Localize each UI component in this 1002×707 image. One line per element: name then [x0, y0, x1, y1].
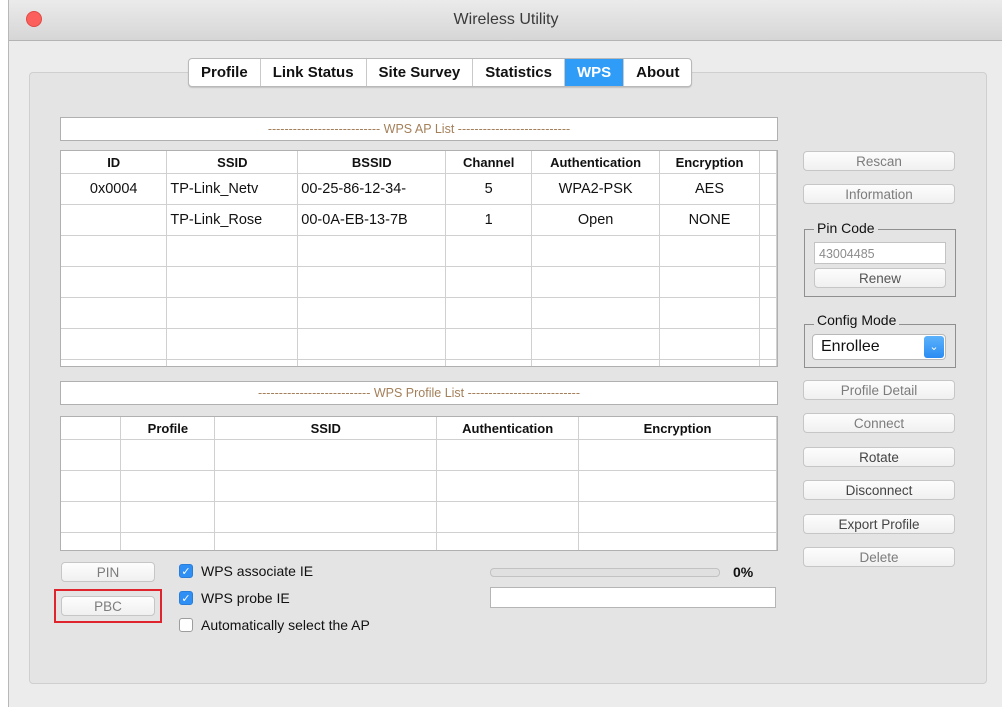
- wps-status-field: [490, 587, 776, 608]
- empty-row: [61, 532, 777, 550]
- column-header-ssid[interactable]: SSID: [166, 151, 299, 174]
- cell-channel: 5: [445, 173, 533, 205]
- wps-probe-ie-checkbox[interactable]: ✓: [179, 591, 193, 605]
- cell-authentication: WPA2-PSK: [531, 173, 661, 205]
- information-button[interactable]: Information: [803, 184, 955, 204]
- column-header-id[interactable]: ID: [61, 151, 168, 174]
- column-header-authentication[interactable]: Authentication: [436, 417, 580, 440]
- column-header-encryption[interactable]: Encryption: [659, 151, 760, 174]
- chevron-down-icon: ⌄: [924, 336, 944, 358]
- column-header-channel[interactable]: Channel: [445, 151, 533, 174]
- pin-button[interactable]: PIN: [61, 562, 155, 582]
- wps-profile-list-table[interactable]: Profile SSID Authentication Encryption: [60, 416, 778, 551]
- empty-row: [61, 297, 777, 329]
- empty-row: [61, 470, 777, 502]
- cell-ssid: TP-Link_Netv: [166, 173, 299, 205]
- tab-statistics[interactable]: Statistics: [473, 59, 565, 86]
- delete-button[interactable]: Delete: [803, 547, 955, 567]
- column-header-encryption[interactable]: Encryption: [578, 417, 777, 440]
- empty-row: [61, 501, 777, 533]
- column-header-blank: [61, 417, 122, 440]
- pbc-highlight-box: [54, 589, 162, 623]
- tab-bar: Profile Link Status Site Survey Statisti…: [188, 58, 693, 87]
- wps-progress-bar: [490, 568, 720, 577]
- tab-wps[interactable]: WPS: [564, 59, 625, 86]
- empty-row: [61, 328, 777, 360]
- cell-bssid: 00-0A-EB-13-7B: [297, 204, 447, 236]
- wps-associate-ie-checkbox[interactable]: ✓: [179, 564, 193, 578]
- auto-select-ap-label: Automatically select the AP: [201, 617, 370, 633]
- empty-row: [61, 235, 777, 267]
- window-title: Wireless Utility: [453, 11, 559, 28]
- cell-id: 0x0004: [61, 173, 168, 205]
- table-header-row: Profile SSID Authentication Encryption: [61, 417, 777, 440]
- wps-ap-list-table[interactable]: ID SSID BSSID Channel Authentication Enc…: [60, 150, 778, 367]
- pin-code-field[interactable]: 43004485: [814, 242, 946, 264]
- auto-select-ap-option[interactable]: Automatically select the AP: [179, 617, 370, 633]
- cell-authentication: Open: [531, 204, 661, 236]
- column-header-ssid[interactable]: SSID: [214, 417, 438, 440]
- cell-encryption: NONE: [659, 204, 760, 236]
- config-mode-label: Config Mode: [814, 312, 900, 328]
- wps-probe-ie-label: WPS probe IE: [201, 590, 290, 606]
- cell-bssid: 00-25-86-12-34-: [297, 173, 447, 205]
- auto-select-ap-checkbox[interactable]: [179, 618, 193, 632]
- tab-site-survey[interactable]: Site Survey: [367, 59, 474, 86]
- column-header-bssid[interactable]: BSSID: [297, 151, 447, 174]
- export-profile-button[interactable]: Export Profile: [803, 514, 955, 534]
- disconnect-button[interactable]: Disconnect: [803, 480, 955, 500]
- column-header-authentication[interactable]: Authentication: [531, 151, 661, 174]
- cell-encryption: AES: [659, 173, 760, 205]
- cell-id: [61, 204, 168, 236]
- table-row[interactable]: TP-Link_Rose 00-0A-EB-13-7B 1 Open NONE: [61, 204, 777, 236]
- tab-profile[interactable]: Profile: [189, 59, 261, 86]
- tab-link-status[interactable]: Link Status: [261, 59, 367, 86]
- tab-about[interactable]: About: [624, 59, 691, 86]
- connect-button[interactable]: Connect: [803, 413, 955, 433]
- config-mode-value: Enrollee: [821, 338, 880, 355]
- profile-detail-button[interactable]: Profile Detail: [803, 380, 955, 400]
- rotate-button[interactable]: Rotate: [803, 447, 955, 467]
- title-bar: Wireless Utility: [9, 0, 1002, 41]
- wps-associate-ie-option[interactable]: ✓ WPS associate IE: [179, 563, 313, 579]
- empty-row: [61, 359, 777, 366]
- empty-row: [61, 266, 777, 298]
- table-header-row: ID SSID BSSID Channel Authentication Enc…: [61, 151, 777, 174]
- wps-ap-list-header: --------------------------- WPS AP List …: [60, 117, 778, 141]
- wps-associate-ie-label: WPS associate IE: [201, 563, 314, 579]
- table-row[interactable]: 0x0004 TP-Link_Netv 00-25-86-12-34- 5 WP…: [61, 173, 777, 205]
- wps-profile-list-header: --------------------------- WPS Profile …: [60, 381, 778, 405]
- column-header-profile[interactable]: Profile: [120, 417, 216, 440]
- cell-channel: 1: [445, 204, 533, 236]
- rescan-button[interactable]: Rescan: [803, 151, 955, 171]
- empty-row: [61, 439, 777, 471]
- pin-code-label: Pin Code: [814, 220, 878, 236]
- progress-percent: 0%: [733, 564, 754, 580]
- cell-ssid: TP-Link_Rose: [166, 204, 299, 236]
- config-mode-select[interactable]: Enrollee ⌄: [812, 334, 946, 360]
- wps-probe-ie-option[interactable]: ✓ WPS probe IE: [179, 590, 290, 606]
- renew-button[interactable]: Renew: [814, 268, 946, 288]
